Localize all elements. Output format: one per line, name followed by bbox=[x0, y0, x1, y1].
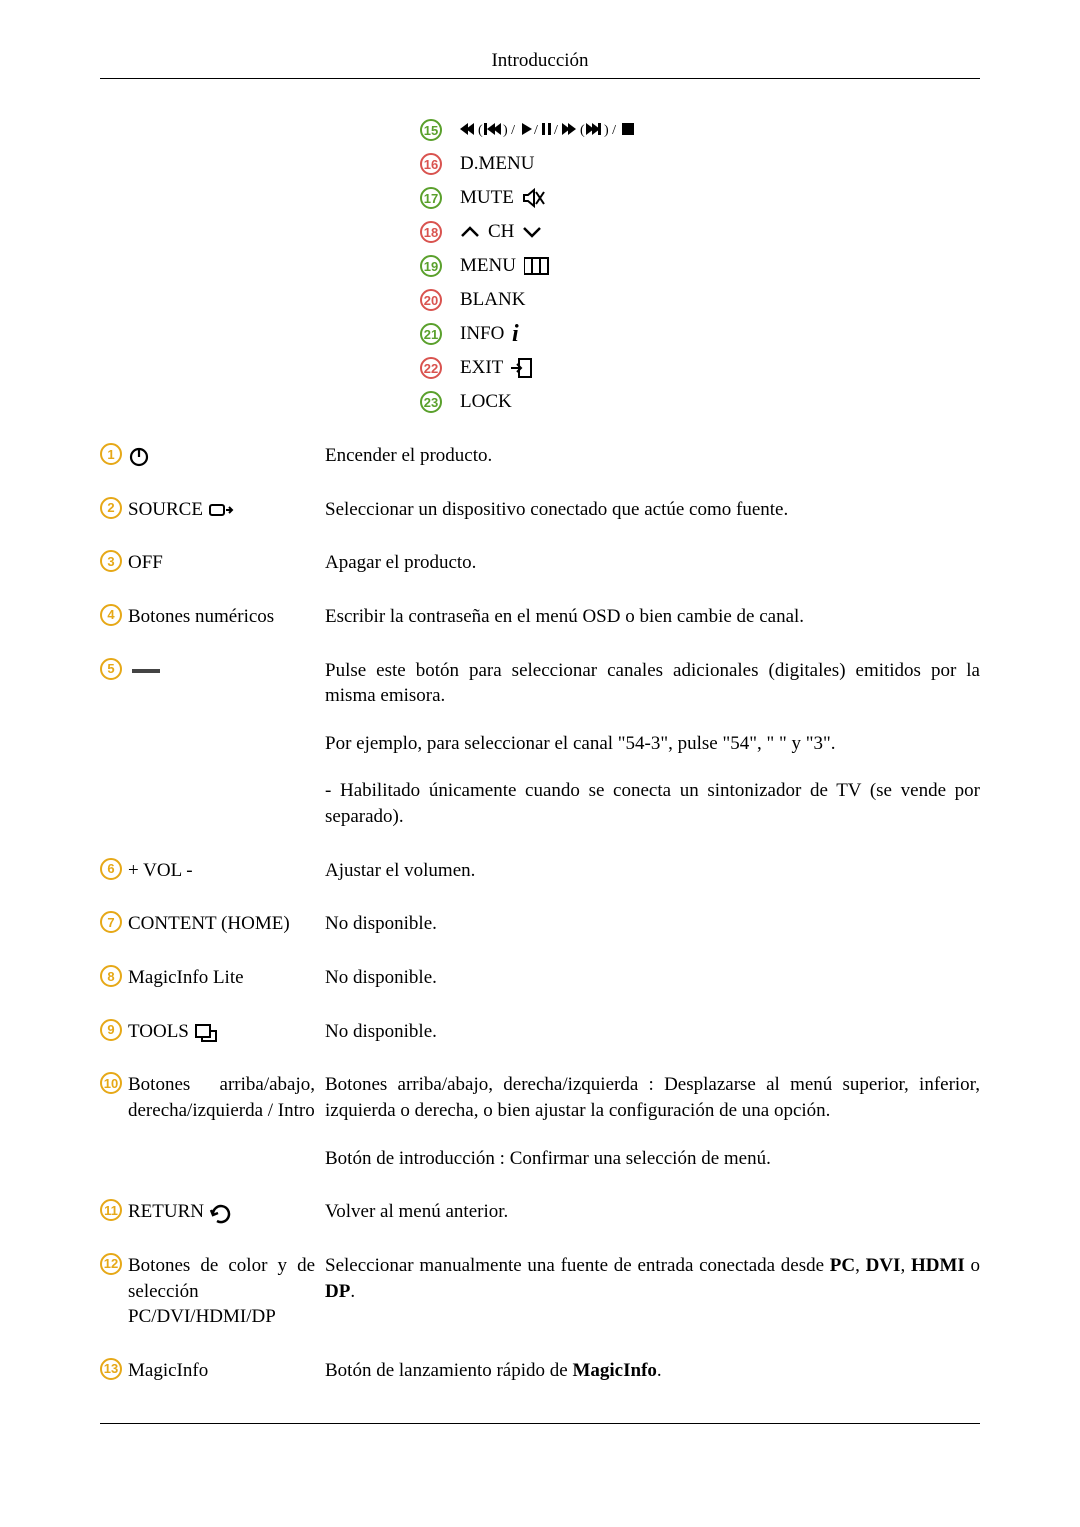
dash-icon bbox=[132, 669, 160, 673]
number-badge: 21 bbox=[420, 323, 442, 345]
number-badge: 4 bbox=[100, 604, 122, 626]
item-label: MagicInfo Lite bbox=[128, 965, 244, 991]
top-list-item: 23 LOCK bbox=[420, 391, 980, 413]
item-label: TOOLS bbox=[128, 1019, 220, 1045]
top-list-item: 15 bbox=[420, 119, 980, 141]
top-list-item: 22 EXIT bbox=[420, 357, 980, 379]
menu-icon bbox=[524, 255, 550, 277]
number-badge: 11 bbox=[100, 1199, 122, 1221]
info-icon bbox=[512, 323, 538, 345]
description-text: Botones arriba/abajo, derecha/izquierda … bbox=[325, 1072, 980, 1123]
item-label bbox=[128, 443, 154, 469]
item-label: CONTENT (HOME) bbox=[128, 911, 290, 937]
divider-bottom bbox=[100, 1423, 980, 1424]
table-row: 8 MagicInfo Lite No disponible. bbox=[100, 965, 980, 991]
number-badge: 15 bbox=[420, 119, 442, 141]
table-row: 4 Botones numéricos Escribir la contrase… bbox=[100, 604, 980, 630]
number-badge: 2 bbox=[100, 497, 122, 519]
number-badge: 23 bbox=[420, 391, 442, 413]
number-badge: 7 bbox=[100, 911, 122, 933]
item-label: + VOL - bbox=[128, 858, 193, 884]
table-row: 6 + VOL - Ajustar el volumen. bbox=[100, 858, 980, 884]
ch-up-icon bbox=[460, 226, 480, 238]
top-list-item: 21 INFO bbox=[420, 323, 980, 345]
description-text: No disponible. bbox=[325, 911, 980, 937]
item-label: MagicInfo bbox=[128, 1358, 208, 1384]
label-text: D.MENU bbox=[460, 153, 534, 175]
number-badge: 13 bbox=[100, 1358, 122, 1380]
number-badge: 19 bbox=[420, 255, 442, 277]
label-text: CH bbox=[488, 221, 514, 243]
tools-icon bbox=[194, 1021, 220, 1043]
description-text: Escribir la contraseña en el menú OSD o … bbox=[325, 604, 980, 630]
item-label: SOURCE bbox=[128, 497, 234, 523]
item-label: Botones de color y de selección PC/DVI/H… bbox=[128, 1253, 315, 1330]
item-label: RETURN bbox=[128, 1199, 235, 1225]
item-label: Botones arriba/abajo, derecha/izquierda … bbox=[128, 1072, 315, 1123]
description-text: Por ejemplo, para seleccionar el canal "… bbox=[325, 731, 980, 757]
label-text: LOCK bbox=[460, 391, 512, 413]
description-text: Pulse este botón para seleccionar canale… bbox=[325, 658, 980, 709]
description-text: Volver al menú anterior. bbox=[325, 1199, 980, 1225]
number-badge: 1 bbox=[100, 443, 122, 465]
item-label: OFF bbox=[128, 550, 163, 576]
description-text: Seleccionar un dispositivo conectado que… bbox=[325, 497, 980, 523]
playback-icon bbox=[460, 121, 640, 139]
number-badge: 17 bbox=[420, 187, 442, 209]
table-row: 11 RETURN Volver al menú anterior. bbox=[100, 1199, 980, 1225]
page-header: Introducción bbox=[100, 50, 980, 72]
description-text: Seleccionar manualmente una fuente de en… bbox=[325, 1253, 980, 1304]
description-text: Apagar el producto. bbox=[325, 550, 980, 576]
table-row: 5 Pulse este botón para seleccionar cana… bbox=[100, 658, 980, 830]
number-badge: 16 bbox=[420, 153, 442, 175]
table-row: 10 Botones arriba/abajo, derecha/izquier… bbox=[100, 1072, 980, 1171]
ch-down-icon bbox=[522, 226, 542, 238]
top-list-item: 20 BLANK bbox=[420, 289, 980, 311]
number-badge: 3 bbox=[100, 550, 122, 572]
label-text: BLANK bbox=[460, 289, 525, 311]
table-row: 9 TOOLS No disponible. bbox=[100, 1019, 980, 1045]
number-badge: 10 bbox=[100, 1072, 122, 1094]
table-row: 12 Botones de color y de selección PC/DV… bbox=[100, 1253, 980, 1330]
number-badge: 9 bbox=[100, 1019, 122, 1041]
number-badge: 18 bbox=[420, 221, 442, 243]
exit-icon bbox=[511, 357, 537, 379]
top-list-item: 18 CH bbox=[420, 221, 980, 243]
label-text: MENU bbox=[460, 255, 516, 277]
description-text: No disponible. bbox=[325, 1019, 980, 1045]
main-description-table: 1 Encender el producto. 2 SOURCE Selecci… bbox=[100, 443, 980, 1383]
table-row: 13 MagicInfo Botón de lanzamiento rápido… bbox=[100, 1358, 980, 1384]
number-badge: 20 bbox=[420, 289, 442, 311]
top-list-item: 16 D.MENU bbox=[420, 153, 980, 175]
top-list-item: 17 MUTE bbox=[420, 187, 980, 209]
number-badge: 5 bbox=[100, 658, 122, 680]
description-text: Botón de introducción : Confirmar una se… bbox=[325, 1146, 980, 1172]
return-icon bbox=[209, 1202, 235, 1224]
table-row: 7 CONTENT (HOME) No disponible. bbox=[100, 911, 980, 937]
label-text: EXIT bbox=[460, 357, 503, 379]
description-text: No disponible. bbox=[325, 965, 980, 991]
mute-icon bbox=[522, 187, 548, 209]
top-list-item: 19 MENU bbox=[420, 255, 980, 277]
item-label: Botones numéricos bbox=[128, 604, 274, 630]
number-badge: 22 bbox=[420, 357, 442, 379]
divider-top bbox=[100, 78, 980, 79]
number-badge: 8 bbox=[100, 965, 122, 987]
table-row: 2 SOURCE Seleccionar un dispositivo cone… bbox=[100, 497, 980, 523]
description-text: Encender el producto. bbox=[325, 443, 980, 469]
power-icon bbox=[128, 446, 154, 468]
item-label bbox=[128, 658, 160, 684]
number-badge: 6 bbox=[100, 858, 122, 880]
source-icon bbox=[208, 499, 234, 521]
label-text: MUTE bbox=[460, 187, 514, 209]
number-badge: 12 bbox=[100, 1253, 122, 1275]
label-text: INFO bbox=[460, 323, 504, 345]
table-row: 1 Encender el producto. bbox=[100, 443, 980, 469]
description-text: Ajustar el volumen. bbox=[325, 858, 980, 884]
description-text: - Habilitado únicamente cuando se conect… bbox=[325, 778, 980, 829]
description-text: Botón de lanzamiento rápido de MagicInfo… bbox=[325, 1358, 980, 1384]
top-icon-list: 15 16 D.MENU 17 MUTE 18 CH 19 MENU 20 BL… bbox=[420, 119, 980, 413]
table-row: 3 OFF Apagar el producto. bbox=[100, 550, 980, 576]
